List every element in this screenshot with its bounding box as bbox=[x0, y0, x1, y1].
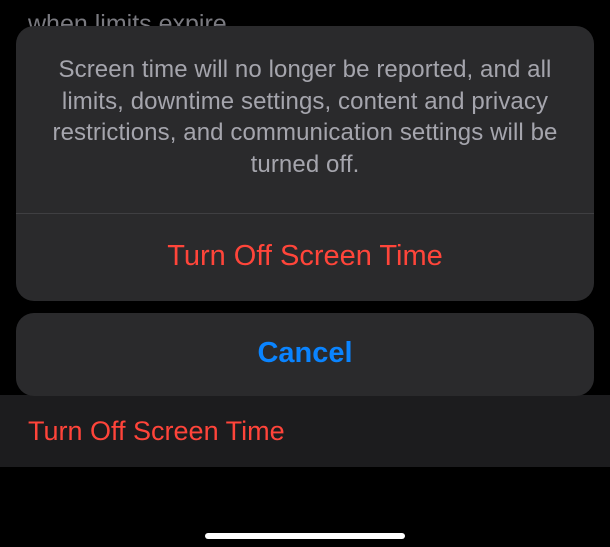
action-sheet: Screen time will no longer be reported, … bbox=[16, 26, 594, 301]
turn-off-screen-time-button[interactable]: Turn Off Screen Time bbox=[16, 214, 594, 301]
action-sheet-overlay: Screen time will no longer be reported, … bbox=[0, 0, 610, 547]
action-sheet-message: Screen time will no longer be reported, … bbox=[16, 26, 594, 213]
cancel-button[interactable]: Cancel bbox=[16, 313, 594, 396]
home-indicator[interactable] bbox=[205, 533, 405, 539]
